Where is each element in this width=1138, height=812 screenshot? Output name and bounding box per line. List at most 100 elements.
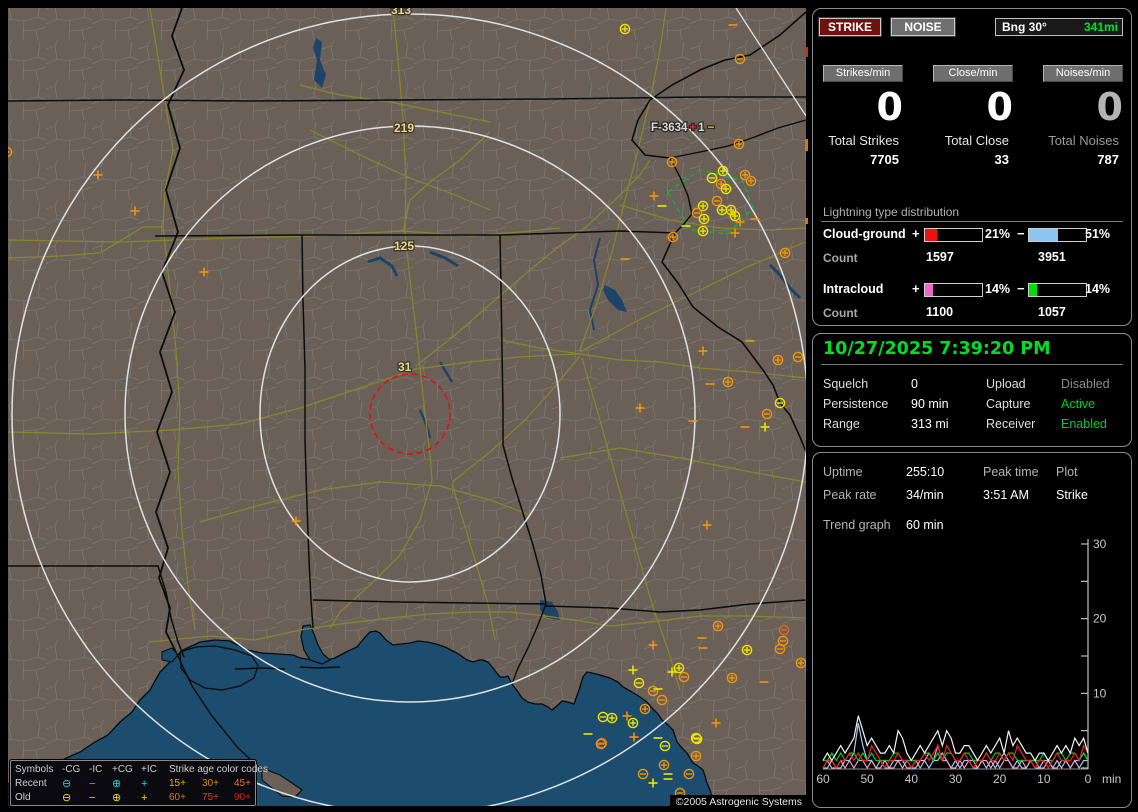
trend-graph: 10 20 30 60 50 40 30 20 10 0 min xyxy=(816,537,1121,786)
circle-plus-icon: ⊕ xyxy=(112,778,122,790)
divider xyxy=(821,364,1123,365)
bearing-range-indicator: Bng 30° 341mi xyxy=(995,18,1123,36)
y-tick-label: 30 xyxy=(1093,537,1107,551)
cg-negative-pct: 51% xyxy=(1085,227,1111,241)
age-15: 15+ xyxy=(169,778,186,789)
map-symbols-legend: Symbols -CG -IC +CG +IC Recent ⊖ − ⊕ + O… xyxy=(10,760,268,806)
strikes-per-min-value: 0 xyxy=(876,85,903,129)
cg-positive-bar xyxy=(924,228,983,242)
close-per-min-label: Close/min xyxy=(933,65,1013,82)
y-tick-label: 10 xyxy=(1093,686,1107,700)
trend-series-cg_plus xyxy=(822,744,1089,770)
noises-per-min-label: Noises/min xyxy=(1043,65,1123,82)
circle-minus-icon: ⊖ xyxy=(62,778,72,790)
bearing-range-value: 341mi xyxy=(1083,20,1118,34)
bearing-label: Bng 30° xyxy=(1002,20,1047,34)
ic-negative-bar xyxy=(1028,283,1087,297)
legend-row-old: Old xyxy=(15,792,31,803)
copyright-text: ©2005 Astrogenic Systems xyxy=(669,795,806,812)
capture-label: Capture xyxy=(986,397,1031,411)
x-tick-label: 10 xyxy=(1037,772,1051,786)
minus-icon: − xyxy=(89,778,96,790)
cg-negative-count: 3951 xyxy=(1038,250,1066,264)
x-tick-label: 50 xyxy=(860,772,874,786)
ic-negative-count: 1057 xyxy=(1038,305,1066,319)
total-noises-value: 787 xyxy=(1097,152,1119,167)
upload-status: Disabled xyxy=(1061,377,1110,391)
app-window: 313 219 125 31 F-3634 +1− Symbols -CG -I… xyxy=(0,0,1138,812)
total-strikes-value: 7705 xyxy=(870,152,899,167)
x-tick-label: 0 xyxy=(1085,772,1092,786)
age-45: 45+ xyxy=(234,778,251,789)
legend-symbols-header: Symbols xyxy=(15,764,54,775)
ring-label-125: 125 xyxy=(394,239,414,253)
trend-panel: Uptime 255:10 Peak time Plot Peak rate 3… xyxy=(812,452,1132,808)
edge-strike-tick xyxy=(805,47,808,57)
minus-sign: − xyxy=(1017,226,1025,241)
noise-mode-button[interactable]: NOISE xyxy=(891,18,955,36)
total-noises-label: Total Noises xyxy=(1048,133,1119,148)
x-tick-label: 20 xyxy=(993,772,1007,786)
plot-label: Plot xyxy=(1056,465,1078,479)
receiver-label: Receiver xyxy=(986,417,1036,431)
cg-negative-bar xyxy=(1028,228,1087,242)
ic-negative-pct: 14% xyxy=(1085,282,1111,296)
clock-settings-panel: 10/27/2025 7:39:20 PM Squelch 0 Persiste… xyxy=(812,333,1132,447)
intracloud-label: Intracloud xyxy=(823,282,884,296)
circle-plus-icon: ⊕ xyxy=(112,792,122,804)
map-area[interactable]: 313 219 125 31 F-3634 +1− Symbols -CG -I… xyxy=(8,8,806,812)
strike-stats-panel: STRIKE NOISE Bng 30° 341mi Strikes/min C… xyxy=(812,8,1132,326)
cloud-ground-label: Cloud-ground xyxy=(823,227,906,241)
peak-time-value: 3:51 AM xyxy=(983,488,1029,502)
close-per-min-value: 0 xyxy=(986,85,1013,129)
capture-status: Active xyxy=(1061,397,1096,411)
receiver-status: Enabled xyxy=(1061,417,1107,431)
plot-value: Strike xyxy=(1056,488,1088,502)
peak-rate-value: 34/min xyxy=(906,488,944,502)
plus-sign: + xyxy=(912,281,920,296)
uptime-value: 255:10 xyxy=(906,465,945,479)
squelch-value: 0 xyxy=(911,377,918,391)
datetime-display: 10/27/2025 7:39:20 PM xyxy=(823,339,1051,359)
ring-label-31: 31 xyxy=(398,360,412,374)
ring-label-313: 313 xyxy=(391,8,411,17)
minus-icon: − xyxy=(89,792,96,804)
y-tick-label: 20 xyxy=(1093,612,1107,626)
legend-col--ic: -IC xyxy=(89,764,103,775)
total-close-label: Total Close xyxy=(944,133,1009,148)
squelch-label: Squelch xyxy=(823,377,869,391)
edge-strike-tick xyxy=(805,139,808,151)
x-axis-unit: min xyxy=(1102,772,1121,786)
distribution-title: Lightning type distribution xyxy=(823,205,960,219)
age-30: 30+ xyxy=(202,778,219,789)
strike-mode-button[interactable]: STRIKE xyxy=(819,18,881,36)
trend-window-value: 60 min xyxy=(906,518,944,532)
trend-graph-label: Trend graph xyxy=(823,518,891,532)
strikes-per-min-label: Strikes/min xyxy=(823,65,903,82)
plus-icon: + xyxy=(141,778,148,790)
legend-col-+cg: +CG xyxy=(112,764,133,775)
age-90: 90+ xyxy=(234,792,251,803)
age-60: 60+ xyxy=(169,792,186,803)
noises-per-min-value: 0 xyxy=(1096,85,1123,129)
total-close-value: 33 xyxy=(994,152,1009,167)
legend-col--cg: -CG xyxy=(62,764,81,775)
peak-time-label: Peak time xyxy=(983,465,1039,479)
circle-minus-icon: ⊖ xyxy=(62,792,72,804)
divider xyxy=(821,221,1123,222)
status-sidebar: STRIKE NOISE Bng 30° 341mi Strikes/min C… xyxy=(812,0,1134,812)
plus-icon: + xyxy=(141,792,148,804)
cg-positive-count: 1597 xyxy=(926,250,954,264)
ic-positive-pct: 14% xyxy=(985,282,1011,296)
x-tick-label: 40 xyxy=(905,772,919,786)
uptime-label: Uptime xyxy=(823,465,863,479)
legend-col-+ic: +IC xyxy=(141,764,157,775)
upload-label: Upload xyxy=(986,377,1026,391)
range-value: 313 mi xyxy=(911,417,949,431)
plus-sign: + xyxy=(912,226,920,241)
x-tick-label: 60 xyxy=(816,772,830,786)
trend-series-ic_plus xyxy=(822,743,1089,770)
ic-positive-bar xyxy=(924,283,983,297)
persistence-value: 90 min xyxy=(911,397,949,411)
map-canvas[interactable]: 313 219 125 31 F-3634 +1− xyxy=(8,8,806,806)
